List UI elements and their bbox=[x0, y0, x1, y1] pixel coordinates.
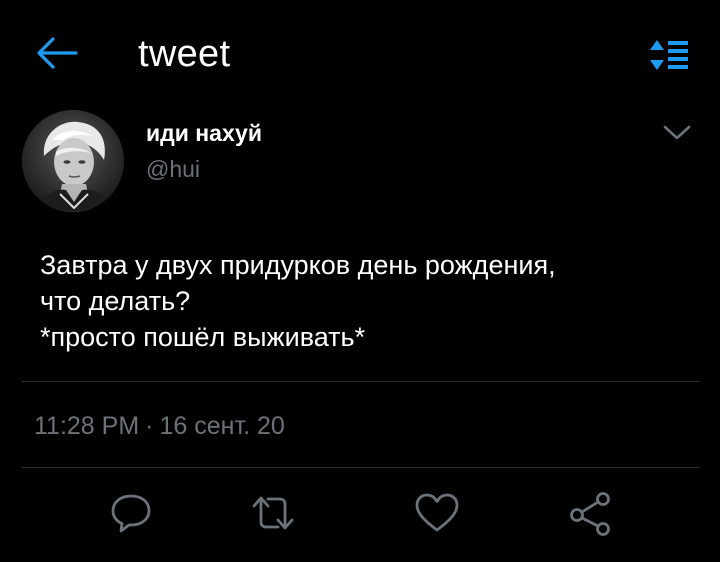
heart-icon bbox=[415, 493, 459, 532]
sort-button[interactable] bbox=[648, 38, 690, 72]
tweet-time: 11:28 PM bbox=[34, 412, 140, 440]
action-bar bbox=[0, 488, 720, 548]
share-icon bbox=[570, 492, 610, 536]
tweet-screen: tweet иди нахуй @hui Завтра у двух приду… bbox=[0, 0, 720, 562]
divider bbox=[22, 381, 700, 382]
reply-button[interactable] bbox=[106, 488, 156, 538]
avatar[interactable] bbox=[22, 110, 124, 212]
tweet-date: 16 сент. 20 bbox=[159, 412, 285, 440]
tweet-line: что делать? bbox=[40, 286, 191, 316]
arrow-left-icon bbox=[37, 37, 78, 69]
tweet-text: Завтра у двух придурков день рождения, ч… bbox=[40, 247, 700, 355]
author-name[interactable]: иди нахуй bbox=[146, 119, 262, 147]
tweet-timestamp: 11:28 PM · 16 сент. 20 bbox=[34, 410, 285, 442]
back-button[interactable] bbox=[36, 36, 78, 70]
tweet-line: *просто пошёл выживать* bbox=[40, 322, 366, 352]
share-button[interactable] bbox=[565, 488, 615, 538]
tweet-menu-button[interactable] bbox=[660, 118, 694, 146]
chevron-down-icon bbox=[663, 125, 691, 140]
tweet-line: Завтра у двух придурков день рождения, bbox=[40, 250, 556, 280]
divider bbox=[22, 467, 700, 468]
avatar-photo bbox=[22, 110, 124, 212]
reply-icon bbox=[111, 494, 151, 533]
author-handle[interactable]: @hui bbox=[146, 155, 200, 183]
retweet-icon bbox=[252, 496, 294, 530]
retweet-button[interactable] bbox=[248, 488, 298, 538]
timestamp-separator: · bbox=[145, 412, 154, 440]
like-button[interactable] bbox=[412, 488, 462, 538]
sort-icon bbox=[650, 40, 688, 70]
app-header: tweet bbox=[0, 0, 720, 105]
page-title: tweet bbox=[138, 33, 231, 75]
